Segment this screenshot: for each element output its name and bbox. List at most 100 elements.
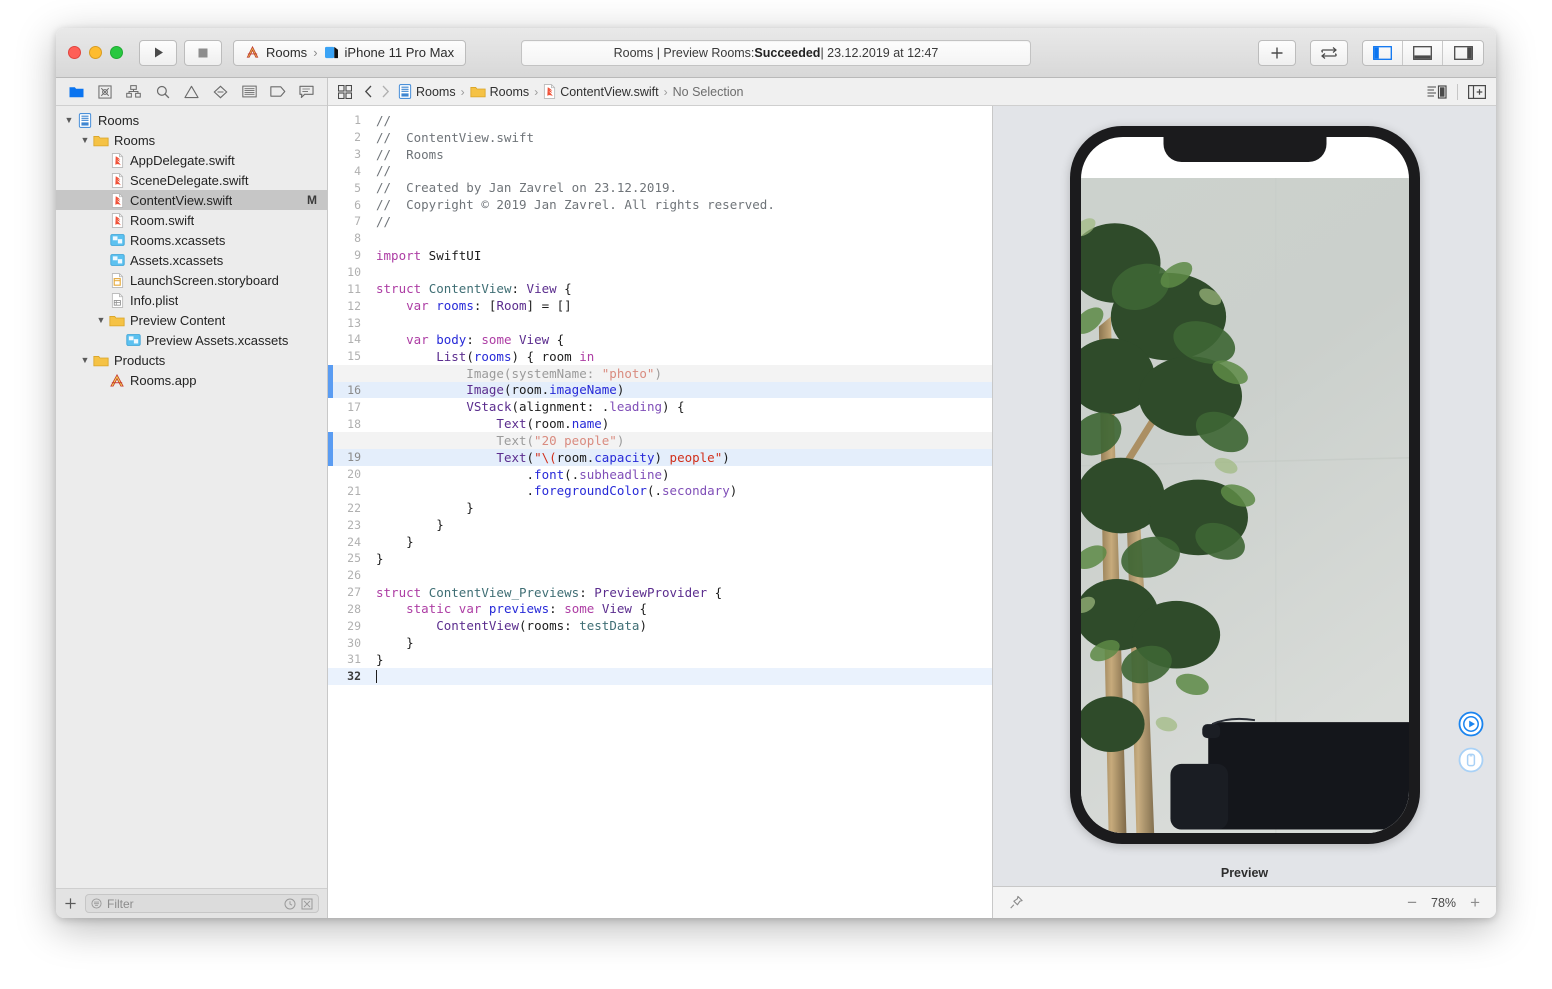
- zoom-window-button[interactable]: [110, 46, 123, 59]
- code-line[interactable]: 31}: [328, 651, 992, 668]
- source-control-filter-icon[interactable]: [301, 898, 313, 910]
- tree-item[interactable]: ▼ Preview Content: [56, 310, 327, 330]
- code-line[interactable]: 16 Image(room.imageName): [328, 381, 992, 399]
- swap-editors-button[interactable]: [1310, 39, 1348, 66]
- code-line[interactable]: 8: [328, 230, 992, 247]
- editor-column: Rooms › Rooms › ContentView.swift › No Selecti…: [328, 78, 1496, 918]
- project-navigator-tree[interactable]: ▼ Rooms ▼ Rooms AppDelegate.swift SceneDelega…: [56, 106, 327, 888]
- navigator-tab-issue-navigator[interactable]: [177, 81, 206, 103]
- navigator-tab-test-navigator[interactable]: [206, 81, 235, 103]
- code-line[interactable]: 20 .font(.subheadline): [328, 466, 992, 483]
- tree-item[interactable]: ▼ Products: [56, 350, 327, 370]
- tree-item[interactable]: Rooms.xcassets: [56, 230, 327, 250]
- code-line[interactable]: 13: [328, 314, 992, 331]
- code-line[interactable]: 18 Text(room.name): [328, 415, 992, 432]
- minimize-window-button[interactable]: [89, 46, 102, 59]
- disclosure-triangle-icon[interactable]: ▼: [78, 355, 92, 365]
- preview-on-device-button[interactable]: [1458, 747, 1484, 773]
- related-items-icon[interactable]: [338, 84, 352, 99]
- code-line[interactable]: 12 var rooms: [Room] = []: [328, 297, 992, 314]
- live-preview-button[interactable]: [1458, 711, 1484, 737]
- line-number: 5: [354, 180, 361, 195]
- navigator-tab-project-navigator[interactable]: [62, 81, 91, 103]
- code-line[interactable]: 19 Text("\(room.capacity) people"): [328, 448, 992, 466]
- chevron-left-icon[interactable]: [364, 85, 373, 98]
- pin-icon[interactable]: [1009, 895, 1024, 910]
- code-line[interactable]: Text("20 people"): [328, 432, 992, 449]
- tree-item[interactable]: Preview Assets.xcassets: [56, 330, 327, 350]
- breadcrumb-item[interactable]: Rooms: [470, 85, 529, 99]
- code-line[interactable]: 32: [328, 667, 992, 685]
- toggle-navigator-button[interactable]: [1363, 40, 1403, 65]
- code-line[interactable]: 21 .foregroundColor(.secondary): [328, 483, 992, 500]
- code-line[interactable]: 28 static var previews: some View {: [328, 600, 992, 617]
- navigator-tab-find-navigator[interactable]: [148, 81, 177, 103]
- code-line[interactable]: 1 //: [328, 112, 992, 129]
- scheme-selector[interactable]: Rooms › iPhone 11 Pro Max: [233, 39, 467, 66]
- tree-item[interactable]: SceneDelegate.swift: [56, 170, 327, 190]
- code-line[interactable]: 5 // Created by Jan Zavrel on 23.12.2019.: [328, 179, 992, 196]
- recent-clock-icon[interactable]: [284, 898, 296, 910]
- code-line[interactable]: 10: [328, 264, 992, 281]
- code-line[interactable]: 22 }: [328, 499, 992, 516]
- code-line[interactable]: 23 }: [328, 516, 992, 533]
- tree-item[interactable]: ▼ Rooms: [56, 130, 327, 150]
- run-button[interactable]: [139, 39, 177, 66]
- breadcrumb-item[interactable]: No Selection: [673, 85, 744, 99]
- breadcrumb-item[interactable]: Rooms: [398, 84, 456, 99]
- breadcrumb[interactable]: Rooms › Rooms › ContentView.swift › No Selecti…: [398, 84, 744, 99]
- stop-button[interactable]: [184, 39, 222, 66]
- assets-icon: [108, 253, 126, 267]
- code-line[interactable]: 4 //: [328, 163, 992, 180]
- code-line[interactable]: 9 import SwiftUI: [328, 247, 992, 264]
- chevron-right-icon[interactable]: [381, 85, 390, 98]
- code-line[interactable]: 26: [328, 567, 992, 584]
- code-line[interactable]: 3 // Rooms: [328, 146, 992, 163]
- code-line[interactable]: 27 struct ContentView_Previews: PreviewPr…: [328, 584, 992, 601]
- code-line[interactable]: 24 }: [328, 533, 992, 550]
- code-line[interactable]: 11 struct ContentView: View {: [328, 280, 992, 297]
- tree-item[interactable]: Assets.xcassets: [56, 250, 327, 270]
- code-line[interactable]: 2 // ContentView.swift: [328, 129, 992, 146]
- navigator-tab-report-navigator[interactable]: [292, 81, 321, 103]
- tree-item-selected[interactable]: ContentView.swift M: [56, 190, 327, 210]
- navigator-tab-symbol-navigator[interactable]: [120, 81, 149, 103]
- toggle-debug-area-button[interactable]: [1403, 40, 1443, 65]
- code-line[interactable]: 15 List(rooms) { room in: [328, 348, 992, 365]
- zoom-in-button[interactable]: +: [1470, 893, 1480, 913]
- tree-item[interactable]: Rooms.app: [56, 370, 327, 390]
- filter-input[interactable]: Filter: [85, 894, 319, 913]
- disclosure-triangle-icon[interactable]: ▼: [62, 115, 76, 125]
- disclosure-triangle-icon[interactable]: ▼: [94, 315, 108, 325]
- tree-item[interactable]: Room.swift: [56, 210, 327, 230]
- code-line[interactable]: Image(systemName: "photo"): [328, 364, 992, 382]
- tree-item[interactable]: LaunchScreen.storyboard: [56, 270, 327, 290]
- code-line[interactable]: 14 var body: some View {: [328, 331, 992, 348]
- add-button[interactable]: [1258, 39, 1296, 66]
- add-file-button[interactable]: [64, 897, 77, 910]
- preview-canvas[interactable]: [993, 106, 1496, 859]
- add-editor-icon[interactable]: [1468, 84, 1486, 99]
- line-number: 2: [354, 130, 361, 145]
- code-line[interactable]: 29 ContentView(rooms: testData): [328, 617, 992, 634]
- code-line[interactable]: 6 // Copyright © 2019 Jan Zavrel. All rig…: [328, 196, 992, 213]
- tree-item[interactable]: AppDelegate.swift: [56, 150, 327, 170]
- code-line[interactable]: 30 }: [328, 634, 992, 651]
- tree-item[interactable]: Info.plist: [56, 290, 327, 310]
- breadcrumb-item[interactable]: ContentView.swift: [543, 84, 659, 99]
- status-bar[interactable]: Rooms | Preview Rooms: Succeeded | 23.12…: [521, 39, 1031, 66]
- toggle-inspector-button[interactable]: [1443, 41, 1483, 65]
- navigator-tab-debug-navigator[interactable]: [235, 81, 264, 103]
- disclosure-triangle-icon[interactable]: ▼: [78, 135, 92, 145]
- code-text: static var previews: some View {: [406, 601, 647, 617]
- zoom-out-button[interactable]: −: [1407, 893, 1417, 913]
- code-line[interactable]: 7 //: [328, 213, 992, 230]
- navigator-tab-breakpoint-navigator[interactable]: [263, 81, 292, 103]
- code-line[interactable]: 17 VStack(alignment: .leading) {: [328, 398, 992, 415]
- source-code-editor[interactable]: 1 // 2 // ContentView.swift 3 // Rooms 4 // 5 // …: [328, 106, 992, 918]
- tree-item[interactable]: ▼ Rooms: [56, 110, 327, 130]
- close-window-button[interactable]: [68, 46, 81, 59]
- code-line[interactable]: 25}: [328, 550, 992, 567]
- navigator-tab-source-control-navigator[interactable]: [91, 81, 120, 103]
- editor-options-icon[interactable]: [1427, 84, 1447, 99]
